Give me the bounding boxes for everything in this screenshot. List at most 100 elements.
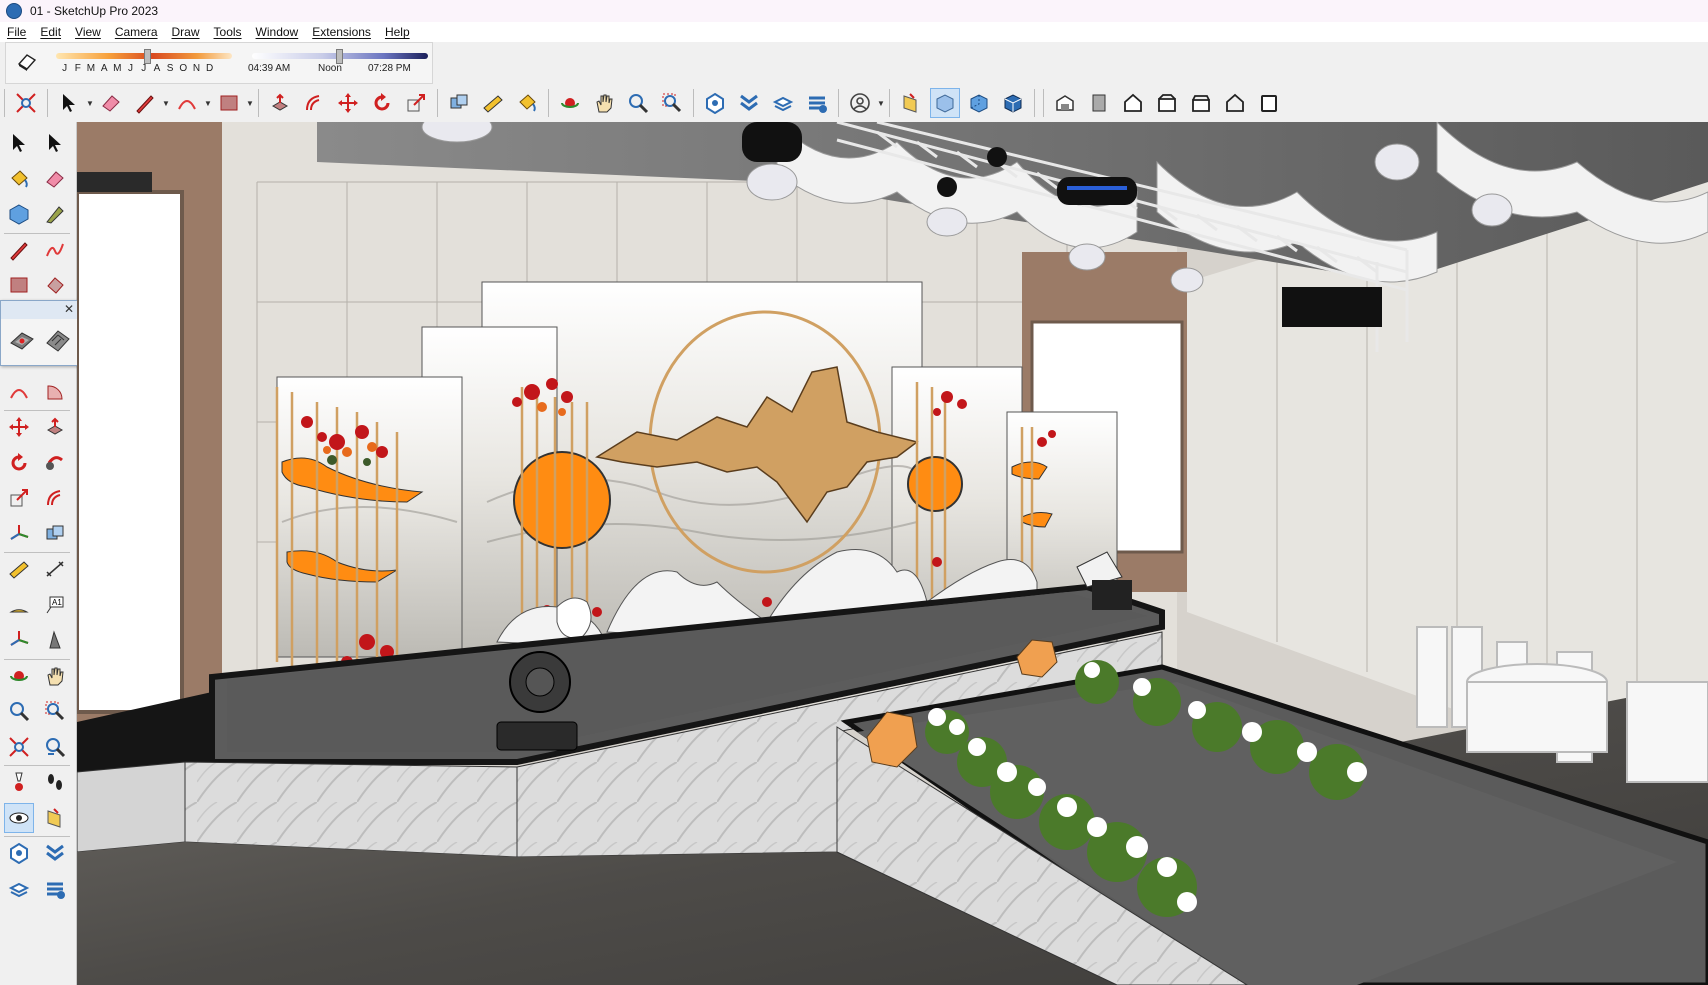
account-button[interactable] (845, 88, 875, 118)
text-tool-button[interactable]: A1 (40, 590, 70, 620)
wireframe-view-button[interactable] (998, 88, 1028, 118)
three-d-text-tool-button[interactable] (40, 625, 70, 655)
left-view-button[interactable] (1220, 88, 1250, 118)
zoom-window-button[interactable] (657, 88, 687, 118)
chevron-down-icon[interactable]: ▼ (204, 88, 212, 118)
warehouse-tool-button[interactable] (4, 838, 34, 868)
tag-tool-tool-button[interactable] (40, 199, 70, 229)
walk-tool-button[interactable] (40, 767, 70, 797)
zoom-extents-tool-button[interactable] (11, 88, 41, 118)
scale-tool-button[interactable] (4, 483, 34, 513)
move-tool-button[interactable] (333, 88, 363, 118)
warehouse-button[interactable] (700, 88, 730, 118)
select-arrow-tool-button[interactable] (4, 128, 34, 158)
offset-tool-button[interactable] (299, 88, 329, 118)
menu-draw[interactable]: Draw (165, 25, 207, 39)
rotate-tool-button[interactable] (4, 448, 34, 478)
top-view-button[interactable] (1084, 88, 1114, 118)
orbit-tool-button[interactable] (4, 661, 34, 691)
rectangle-tool-button[interactable] (4, 270, 34, 300)
rotated-rectangle-tool-button[interactable] (40, 270, 70, 300)
layout-tool-button[interactable] (4, 874, 34, 904)
sandbox-from-contours-icon[interactable] (7, 325, 37, 355)
xray-view-button[interactable] (930, 88, 960, 118)
pan-tool-button[interactable] (40, 661, 70, 691)
offset-tool-button[interactable] (40, 483, 70, 513)
tape-measure-tool-button[interactable] (4, 554, 34, 584)
zoom-window-tool-button[interactable] (40, 696, 70, 726)
three-point-arc-tool-button[interactable] (4, 377, 34, 407)
zoom-extents-tool-button[interactable] (4, 732, 34, 762)
menu-extensions[interactable]: Extensions (305, 25, 378, 39)
front-view-button[interactable] (1118, 88, 1148, 118)
close-icon[interactable]: ✕ (64, 302, 74, 316)
shadow-toggle-icon[interactable] (16, 51, 38, 71)
extension-warehouse-tool-button[interactable] (40, 838, 70, 868)
extension-warehouse-button[interactable] (734, 88, 764, 118)
paint-bucket-tool-button[interactable] (4, 164, 34, 194)
menu-view[interactable]: View (68, 25, 108, 39)
rectangle-tool-button[interactable] (214, 88, 244, 118)
component-tool-button[interactable] (4, 199, 34, 229)
menu-help[interactable]: Help (378, 25, 417, 39)
zoom-tool-button[interactable] (4, 696, 34, 726)
rotate-tool-button[interactable] (367, 88, 397, 118)
bottom-view-button[interactable] (1254, 88, 1284, 118)
arc-tool-button[interactable] (172, 88, 202, 118)
back-edges-view-icon (968, 92, 990, 114)
floating-panel-header[interactable]: ✕ (1, 301, 79, 319)
chevron-down-icon[interactable]: ▼ (162, 88, 170, 118)
scale-tool-button[interactable] (401, 88, 431, 118)
line-tool-button[interactable] (130, 88, 160, 118)
extension-manager-button[interactable] (802, 88, 832, 118)
dimension-tool-button[interactable] (40, 554, 70, 584)
chevron-down-icon[interactable]: ▼ (877, 88, 885, 118)
time-slider[interactable] (252, 49, 428, 64)
freehand-tool-button[interactable] (40, 235, 70, 265)
eraser-tool-button[interactable] (96, 88, 126, 118)
eraser-tool-button[interactable] (40, 164, 70, 194)
previous-view-tool-button[interactable] (40, 732, 70, 762)
axes-tool-button[interactable] (4, 519, 34, 549)
menu-file[interactable]: File (0, 25, 33, 39)
menu-camera[interactable]: Camera (108, 25, 165, 39)
zoom-tool-button[interactable] (623, 88, 653, 118)
model-viewport[interactable] (77, 122, 1708, 985)
date-slider-thumb[interactable] (144, 49, 151, 64)
orbit-tool-button[interactable] (555, 88, 585, 118)
chevron-down-icon[interactable]: ▼ (86, 88, 94, 118)
sandbox-from-scratch-icon[interactable] (43, 325, 73, 355)
tape-measure-tool-button[interactable] (478, 88, 508, 118)
right-view-button[interactable] (1152, 88, 1182, 118)
move-tool-button[interactable] (4, 412, 34, 442)
axes-tool-tool-button[interactable] (4, 625, 34, 655)
solid-tools-button[interactable] (444, 88, 474, 118)
menu-tools[interactable]: Tools (207, 25, 249, 39)
position-camera-tool-button[interactable] (4, 767, 34, 797)
pan-tool-button[interactable] (589, 88, 619, 118)
iso-view-button[interactable] (1050, 88, 1080, 118)
section-plane-button[interactable] (896, 88, 926, 118)
paint-bucket-tool-button[interactable] (512, 88, 542, 118)
menu-window[interactable]: Window (249, 25, 306, 39)
lasso-select-tool-button[interactable] (40, 128, 70, 158)
select-tool-button[interactable] (54, 88, 84, 118)
left-window-blind (77, 172, 152, 192)
pencil-line-tool-button[interactable] (4, 235, 34, 265)
chevron-down-icon[interactable]: ▼ (246, 88, 254, 118)
extension-manager-tool-button[interactable] (40, 874, 70, 904)
protractor-tool-button[interactable] (4, 590, 34, 620)
menu-edit[interactable]: Edit (33, 25, 68, 39)
look-around-tool-button[interactable] (4, 802, 34, 833)
back-edges-view-button[interactable] (964, 88, 994, 118)
push-pull-tool-button[interactable] (265, 88, 295, 118)
push-pull-tool-button[interactable] (40, 412, 70, 442)
time-slider-thumb[interactable] (336, 49, 344, 64)
solid-tools-tool-button[interactable] (40, 519, 70, 549)
date-slider[interactable] (56, 49, 232, 64)
pie-tool-button[interactable] (40, 377, 70, 407)
layout-send-button[interactable] (768, 88, 798, 118)
back-view-button[interactable] (1186, 88, 1216, 118)
follow-me-tool-button[interactable] (40, 448, 70, 478)
section-tool-button[interactable] (40, 803, 70, 833)
